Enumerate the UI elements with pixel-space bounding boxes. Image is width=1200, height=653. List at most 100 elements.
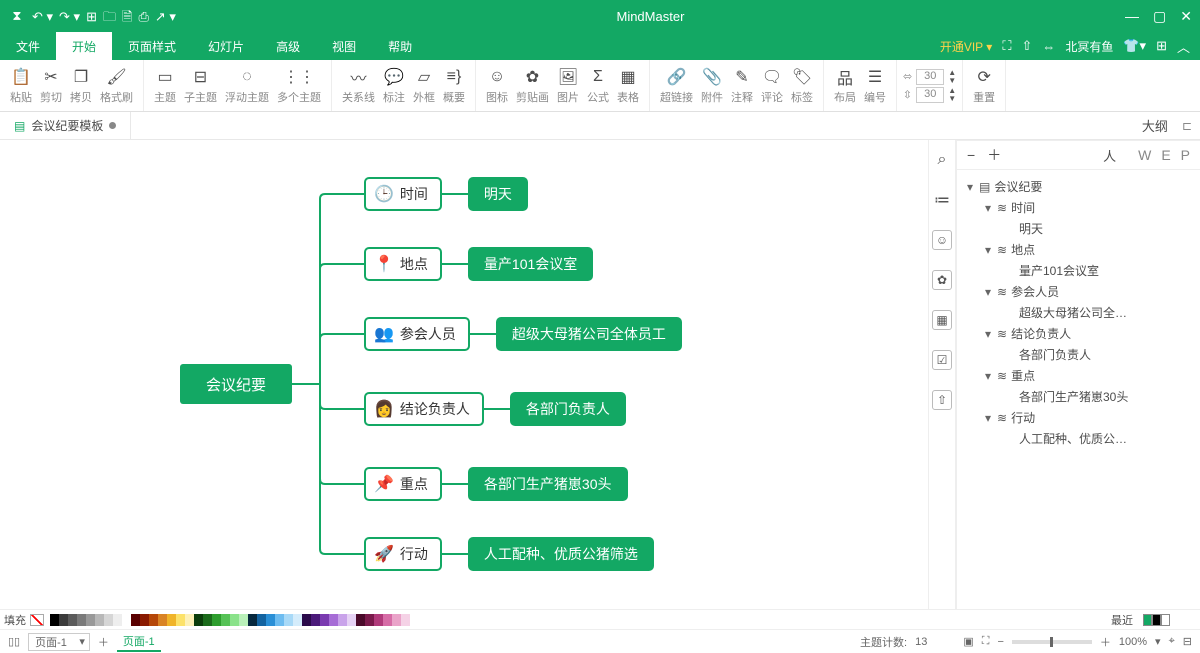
swatch[interactable] (122, 614, 131, 626)
rail-icon-4[interactable]: ☑ (932, 350, 952, 370)
fit-page-icon[interactable]: ▣ (963, 635, 973, 648)
center-icon[interactable]: ⌖ (1169, 635, 1175, 648)
relation-button[interactable]: 〰关系线 (338, 65, 379, 107)
swatch[interactable] (365, 614, 374, 626)
menu-6[interactable]: 帮助 (372, 32, 428, 60)
hyperlink-button[interactable]: 🔗超链接 (656, 65, 697, 107)
swatch[interactable] (329, 614, 338, 626)
apps-icon[interactable]: ⊞ (1156, 38, 1167, 54)
rail-icon-1[interactable]: ☺ (932, 230, 952, 250)
swatch[interactable] (338, 614, 347, 626)
pin-icon[interactable]: ⊏ (1182, 119, 1200, 133)
reset-button[interactable]: ⟳重置 (969, 65, 999, 107)
mm-topic-2[interactable]: 👥参会人员 (364, 317, 470, 351)
mm-root[interactable]: 会议纪要 (180, 364, 292, 404)
swatch[interactable] (104, 614, 113, 626)
swatch[interactable] (59, 614, 68, 626)
summary-button[interactable]: ≡}概要 (439, 65, 469, 107)
swatch[interactable] (158, 614, 167, 626)
outline-title[interactable]: 大纲 (1128, 116, 1182, 135)
fullscreen-icon[interactable]: ⛶ (982, 635, 990, 648)
rail-icon-2[interactable]: ✿ (932, 270, 952, 290)
outline-row[interactable]: ▾≋结论负责人 (961, 323, 1196, 344)
collapse-ribbon-icon[interactable]: ︿ (1177, 37, 1190, 56)
outline-row[interactable]: ▾≋参会人员 (961, 281, 1196, 302)
topic-button[interactable]: ▭主题 (150, 65, 180, 107)
canvas[interactable]: 会议纪要 🕒时间明天📍地点量产101会议室👥参会人员超级大母猪公司全体员工👩结论… (0, 140, 928, 609)
rail-list-icon[interactable]: ≔ (932, 190, 952, 210)
zoom-slider[interactable] (1012, 640, 1092, 644)
swatch[interactable] (347, 614, 356, 626)
swatch[interactable] (167, 614, 176, 626)
swatch[interactable] (356, 614, 365, 626)
page-tab[interactable]: 页面-1 (117, 632, 161, 652)
user-name[interactable]: 北冥有鱼 (1065, 38, 1113, 55)
outline-export-E[interactable]: E (1161, 147, 1170, 163)
swatch[interactable] (311, 614, 320, 626)
mm-topic-4[interactable]: 📌重点 (364, 467, 442, 501)
number-button[interactable]: ☰编号 (860, 65, 890, 107)
menu-4[interactable]: 高级 (260, 32, 316, 60)
outline-row[interactable]: 各部门负责人 (961, 344, 1196, 365)
recent-swatch[interactable] (1161, 614, 1170, 626)
outline-expand-icon[interactable]: ＋ (987, 145, 1001, 165)
lock-icon[interactable]: ⛶ (1002, 38, 1011, 54)
swatch[interactable] (284, 614, 293, 626)
paste-button[interactable]: 📋粘贴 (6, 65, 36, 107)
swatch[interactable] (176, 614, 185, 626)
outline-row[interactable]: ▾≋地点 (961, 239, 1196, 260)
no-fill-swatch[interactable] (30, 614, 44, 626)
close-icon[interactable]: ✕ (1180, 8, 1192, 25)
swatch[interactable] (194, 614, 203, 626)
tag-button[interactable]: 🏷标签 (787, 65, 817, 107)
swatch[interactable] (203, 614, 212, 626)
add-page-icon[interactable]: ＋ (98, 634, 109, 650)
mm-sub-1[interactable]: 量产101会议室 (468, 247, 593, 281)
document-tab[interactable]: ▤ 会议纪要模板 (0, 112, 131, 140)
mm-sub-2[interactable]: 超级大母猪公司全体员工 (496, 317, 682, 351)
swatch[interactable] (293, 614, 302, 626)
swatch[interactable] (113, 614, 122, 626)
mm-topic-5[interactable]: 🚀行动 (364, 537, 442, 571)
icon-button[interactable]: ☺图标 (482, 65, 512, 107)
table-button[interactable]: ▦表格 (613, 65, 643, 107)
rail-pointer-icon[interactable]: ⌕ (932, 150, 952, 170)
outline-row[interactable]: ▾▤会议纪要 (961, 176, 1196, 197)
outline-row[interactable]: 明天 (961, 218, 1196, 239)
mm-topic-3[interactable]: 👩结论负责人 (364, 392, 484, 426)
outline-row[interactable]: ▾≋重点 (961, 365, 1196, 386)
swatch[interactable] (50, 614, 59, 626)
outline-collapse-icon[interactable]: − (967, 147, 975, 163)
zoom-in-icon[interactable]: ＋ (1100, 634, 1111, 650)
swatch[interactable] (302, 614, 311, 626)
swatch[interactable] (149, 614, 158, 626)
recent-swatch[interactable] (1143, 614, 1152, 626)
recent-swatch[interactable] (1152, 614, 1161, 626)
note-button[interactable]: ✎注释 (727, 65, 757, 107)
outline-row[interactable]: 各部门生产猪崽30头 (961, 386, 1196, 407)
swatch[interactable] (320, 614, 329, 626)
swatch[interactable] (275, 614, 284, 626)
menu-3[interactable]: 幻灯片 (192, 32, 260, 60)
shirt-icon[interactable]: 👕▾ (1123, 38, 1146, 54)
page-select[interactable]: 页面-1 (28, 633, 90, 651)
undo-icon[interactable]: ↶ ▾ (32, 10, 53, 23)
zoom-out-icon[interactable]: − (997, 636, 1003, 648)
cut-button[interactable]: ✂剪切 (36, 65, 66, 107)
view-switch-icon[interactable]: ▯▯ (8, 635, 20, 648)
swatch[interactable] (239, 614, 248, 626)
topic-width-spin[interactable]: ⬄30▲▼ (903, 69, 956, 85)
format-brush-button[interactable]: 🖌格式刷 (96, 65, 137, 107)
mm-sub-3[interactable]: 各部门负责人 (510, 392, 626, 426)
swatch[interactable] (230, 614, 239, 626)
outline-export-W[interactable]: W (1138, 147, 1151, 163)
formula-button[interactable]: Σ公式 (583, 65, 613, 107)
outline-row[interactable]: 超级大母猪公司全… (961, 302, 1196, 323)
swatch[interactable] (392, 614, 401, 626)
menu-0[interactable]: 文件 (0, 32, 56, 60)
callout-button[interactable]: 💬标注 (379, 65, 409, 107)
vip-button[interactable]: 开通VIP ▾ (940, 38, 992, 55)
new-icon[interactable]: ⊞ (86, 10, 97, 23)
save-icon[interactable]: 🗎 (122, 10, 132, 23)
minimize-icon[interactable]: — (1125, 8, 1139, 25)
